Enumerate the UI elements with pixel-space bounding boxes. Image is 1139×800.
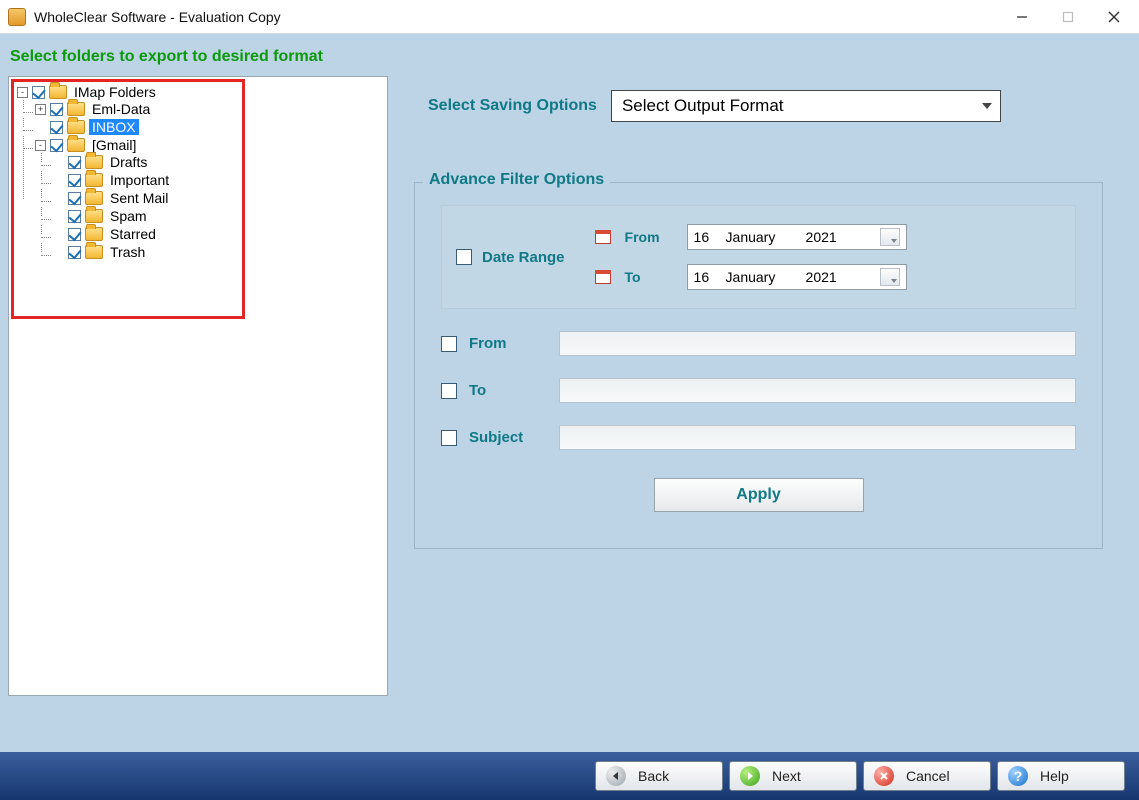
tree-label: Sent Mail bbox=[107, 190, 171, 206]
checkbox[interactable] bbox=[68, 192, 81, 205]
folder-icon bbox=[67, 138, 85, 152]
app-icon bbox=[8, 8, 26, 26]
tree-label: Spam bbox=[107, 208, 150, 224]
cancel-icon bbox=[874, 766, 894, 786]
select-value: Select Output Format bbox=[622, 96, 784, 116]
folder-icon bbox=[85, 155, 103, 169]
tree-node-gmail[interactable]: - [Gmail] bbox=[35, 137, 383, 153]
tree-node[interactable]: Trash bbox=[53, 244, 383, 260]
calendar-icon bbox=[595, 230, 611, 244]
saving-options-label: Select Saving Options bbox=[428, 97, 597, 115]
checkbox[interactable] bbox=[68, 210, 81, 223]
expand-spacer bbox=[35, 122, 46, 133]
from-date-picker[interactable]: 16 January 2021 bbox=[687, 224, 907, 250]
tree-node[interactable]: Important bbox=[53, 172, 383, 188]
options-panel: Select Saving Options Select Output Form… bbox=[412, 76, 1127, 696]
tree-node-inbox[interactable]: INBOX bbox=[35, 119, 383, 135]
expand-toggle[interactable]: - bbox=[35, 140, 46, 151]
close-button[interactable] bbox=[1091, 1, 1137, 33]
tree-node[interactable]: Drafts bbox=[53, 154, 383, 170]
tree-node[interactable]: + Eml-Data bbox=[35, 101, 383, 117]
apply-button[interactable]: Apply bbox=[654, 478, 864, 512]
folder-icon bbox=[85, 209, 103, 223]
checkbox[interactable] bbox=[68, 156, 81, 169]
tree-label: INBOX bbox=[89, 119, 139, 135]
folder-icon bbox=[67, 120, 85, 134]
window-title: WholeClear Software - Evaluation Copy bbox=[34, 9, 281, 25]
tree-node[interactable]: Sent Mail bbox=[53, 190, 383, 206]
maximize-button[interactable] bbox=[1045, 1, 1091, 33]
calendar-icon bbox=[595, 270, 611, 284]
checkbox[interactable] bbox=[68, 174, 81, 187]
folder-icon bbox=[85, 227, 103, 241]
checkbox[interactable] bbox=[32, 86, 45, 99]
folder-icon bbox=[85, 173, 103, 187]
help-icon: ? bbox=[1008, 766, 1028, 786]
titlebar: WholeClear Software - Evaluation Copy bbox=[0, 0, 1139, 34]
tree-label: Eml-Data bbox=[89, 101, 153, 117]
date-dropdown-icon[interactable] bbox=[880, 228, 900, 246]
expand-toggle[interactable]: + bbox=[35, 104, 46, 115]
to-input[interactable] bbox=[559, 378, 1076, 403]
advance-filter-fieldset: Advance Filter Options Date Range From 1… bbox=[414, 182, 1103, 549]
tree-node-root[interactable]: - IMap Folders bbox=[17, 84, 383, 100]
back-button[interactable]: Back bbox=[595, 761, 723, 791]
from-input[interactable] bbox=[559, 331, 1076, 356]
chevron-down-icon bbox=[982, 103, 992, 109]
page-heading: Select folders to export to desired form… bbox=[10, 48, 1127, 66]
date-dropdown-icon[interactable] bbox=[880, 268, 900, 286]
minimize-button[interactable] bbox=[999, 1, 1045, 33]
checkbox[interactable] bbox=[50, 103, 63, 116]
checkbox[interactable] bbox=[68, 246, 81, 259]
tree-label: IMap Folders bbox=[71, 84, 159, 100]
back-icon bbox=[606, 766, 626, 786]
folder-icon bbox=[67, 102, 85, 116]
folder-icon bbox=[85, 245, 103, 259]
checkbox[interactable] bbox=[50, 121, 63, 134]
next-icon bbox=[740, 766, 760, 786]
folder-icon bbox=[85, 191, 103, 205]
checkbox[interactable] bbox=[68, 228, 81, 241]
help-button[interactable]: ? Help bbox=[997, 761, 1125, 791]
folder-tree[interactable]: - IMap Folders + Eml-Dat bbox=[13, 83, 383, 263]
tree-label: Important bbox=[107, 172, 172, 188]
from-filter-label: From bbox=[469, 335, 547, 352]
cancel-button[interactable]: Cancel bbox=[863, 761, 991, 791]
subject-checkbox[interactable] bbox=[441, 430, 457, 446]
tree-label: Starred bbox=[107, 226, 159, 242]
tree-label: Drafts bbox=[107, 154, 150, 170]
tree-node[interactable]: Starred bbox=[53, 226, 383, 242]
to-filter-label: To bbox=[469, 382, 547, 399]
date-range-checkbox[interactable] bbox=[456, 249, 472, 265]
content-area: Select folders to export to desired form… bbox=[0, 34, 1139, 800]
subject-input[interactable] bbox=[559, 425, 1076, 450]
from-date-label: From bbox=[625, 229, 673, 245]
subject-filter-label: Subject bbox=[469, 429, 547, 446]
folder-icon bbox=[49, 85, 67, 99]
next-button[interactable]: Next bbox=[729, 761, 857, 791]
to-date-label: To bbox=[625, 269, 673, 285]
tree-label: Trash bbox=[107, 244, 148, 260]
tree-node[interactable]: Spam bbox=[53, 208, 383, 224]
output-format-select[interactable]: Select Output Format bbox=[611, 90, 1001, 122]
to-checkbox[interactable] bbox=[441, 383, 457, 399]
date-range-label: Date Range bbox=[482, 249, 565, 266]
tree-label: [Gmail] bbox=[89, 137, 139, 153]
checkbox[interactable] bbox=[50, 139, 63, 152]
bottom-toolbar: Back Next Cancel ? Help bbox=[0, 752, 1139, 800]
from-checkbox[interactable] bbox=[441, 336, 457, 352]
expand-toggle[interactable]: - bbox=[17, 87, 28, 98]
folder-tree-panel: - IMap Folders + Eml-Dat bbox=[8, 76, 388, 696]
date-range-box: Date Range From 16 January 2021 bbox=[441, 205, 1076, 309]
to-date-picker[interactable]: 16 January 2021 bbox=[687, 264, 907, 290]
fieldset-legend: Advance Filter Options bbox=[423, 171, 610, 189]
